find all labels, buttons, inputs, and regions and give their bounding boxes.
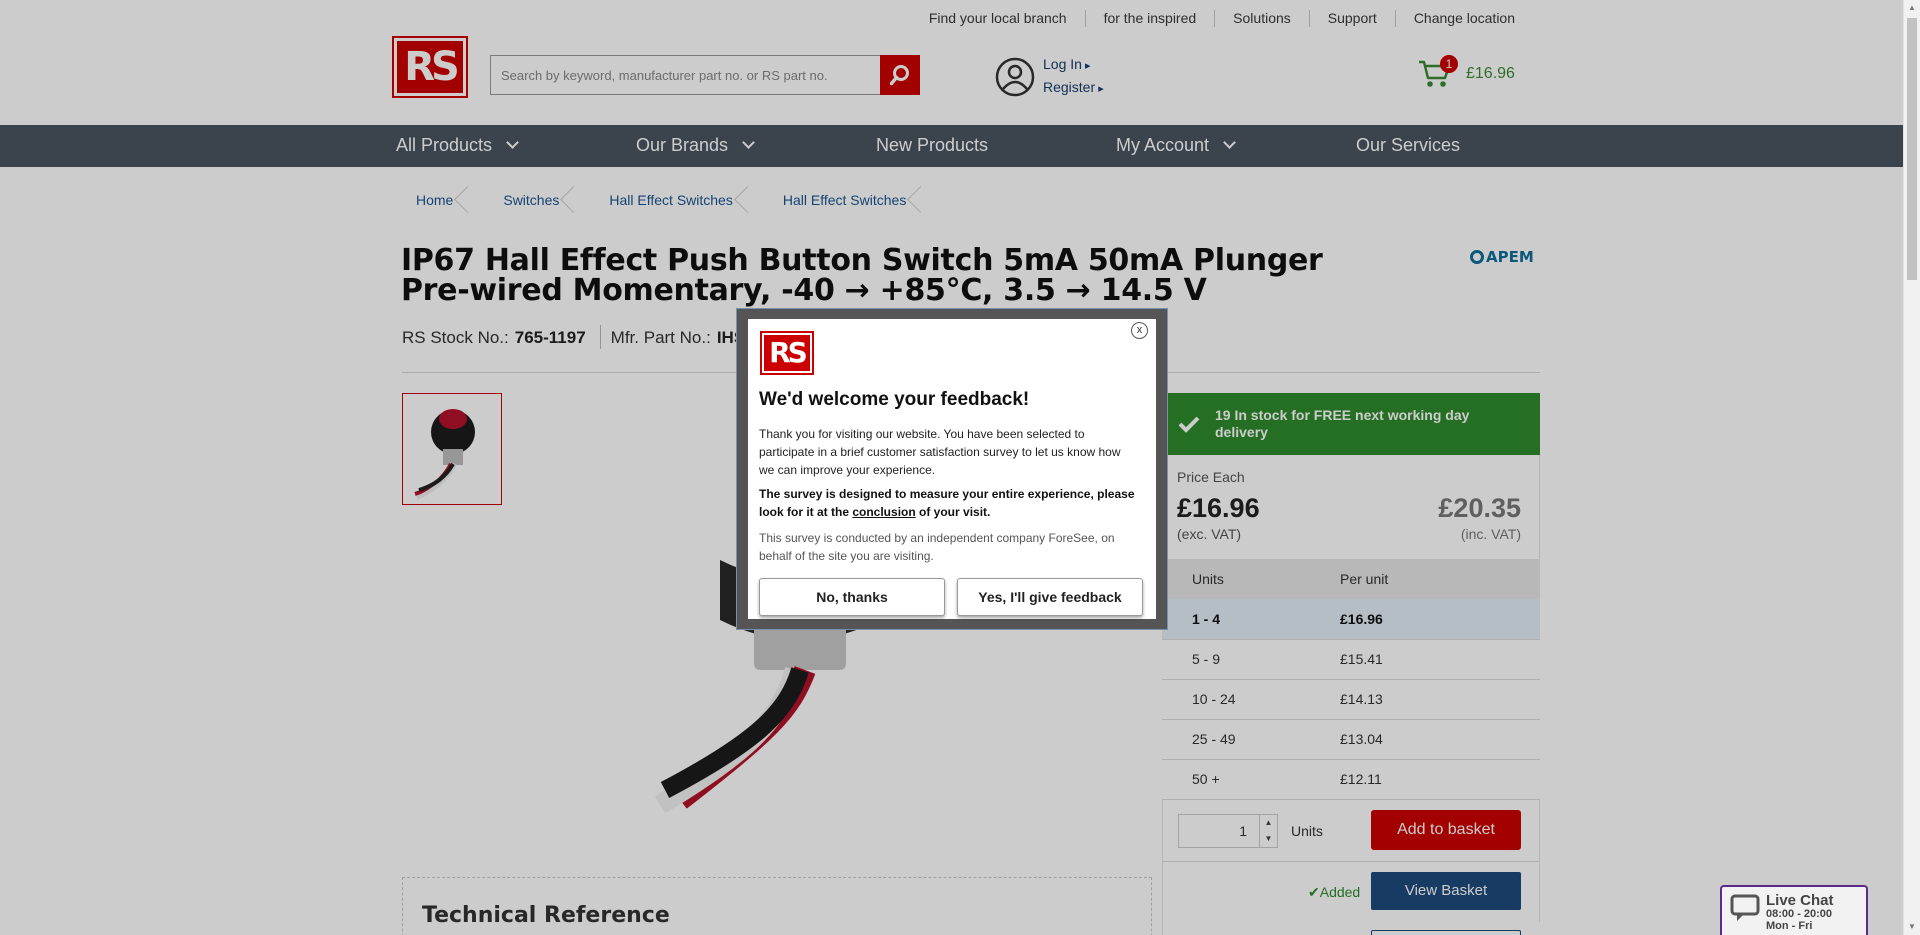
chat-bubble-icon: [1730, 894, 1760, 921]
page-scrollbar[interactable]: ▲ ▼: [1903, 0, 1920, 935]
give-feedback-button[interactable]: Yes, I'll give feedback: [957, 578, 1143, 616]
modal-survey-note: The survey is designed to measure your e…: [759, 487, 1135, 519]
feedback-modal: x RS We'd welcome your feedback! Thank y…: [736, 308, 1168, 630]
scroll-up-arrow-icon[interactable]: ▲: [1908, 3, 1916, 12]
scrollbar-thumb[interactable]: [1907, 18, 1917, 280]
close-icon[interactable]: x: [1131, 322, 1148, 339]
scroll-down-arrow-icon[interactable]: ▼: [1908, 922, 1916, 931]
live-chat-widget[interactable]: Live Chat 08:00 - 20:00 Mon - Fri: [1720, 885, 1868, 935]
conclusion-link[interactable]: conclusion: [852, 505, 915, 519]
rs-logo: RS: [760, 331, 814, 375]
modal-disclaimer: This survey is conducted by an independe…: [759, 531, 1115, 563]
no-thanks-button[interactable]: No, thanks: [759, 578, 945, 616]
modal-title: We'd welcome your feedback!: [759, 389, 1030, 410]
modal-intro-text: Thank you for visiting our website. You …: [759, 427, 1121, 477]
